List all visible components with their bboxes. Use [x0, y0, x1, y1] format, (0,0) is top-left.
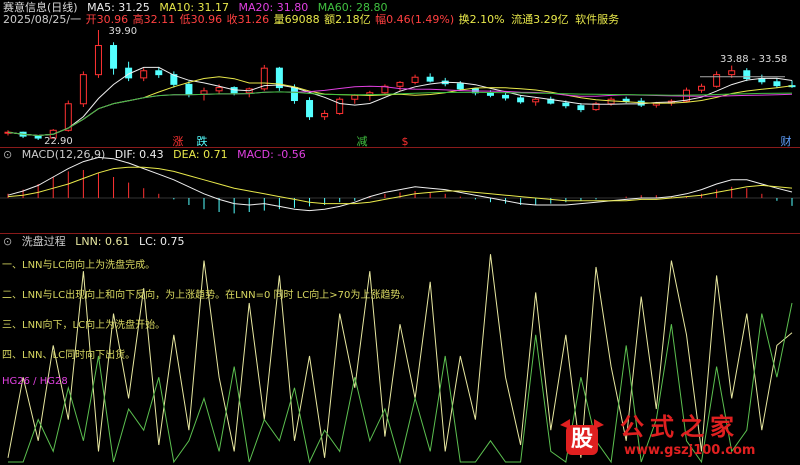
wash-collapse-icon[interactable]: ⊙: [3, 235, 12, 248]
hg-label: HG26 / HG28: [2, 376, 68, 387]
event-mark-mark_up: 涨: [173, 135, 184, 147]
float-label: 流通3.29亿: [511, 13, 569, 26]
high-label: 高32.11: [132, 13, 176, 26]
candle-body: [562, 102, 570, 107]
change-label: 幅0.46(1.49%): [375, 13, 455, 26]
candle-body: [321, 112, 329, 118]
candle-body: [140, 70, 148, 79]
candle-body: [336, 98, 344, 114]
candle-body: [110, 45, 118, 69]
candle-body: [290, 87, 298, 102]
candle-body: [502, 94, 510, 99]
price-header-row2: 2025/08/25/一 开30.96 高32.11 低30.96 收31.26…: [3, 13, 625, 26]
candle-body: [517, 97, 525, 103]
date-label: 2025/08/25/一: [3, 13, 82, 26]
candle-body: [200, 90, 208, 95]
wash-note-1: 一、LNN与LC向向上为洗盘完成。: [2, 260, 156, 271]
watermark-logo: 股 公式之家 www.gszj100.com: [550, 409, 800, 465]
macd-header: ⊙ MACD(12,26,9) DIF: 0.43 DEA: 0.71 MACD…: [3, 148, 312, 161]
macd-value-label: MACD: -0.56: [237, 148, 306, 161]
candle-body: [577, 105, 585, 111]
range-label: 33.88 - 33.58: [720, 54, 787, 65]
turnover-label: 换2.10%: [458, 13, 505, 26]
candle-body: [426, 76, 434, 82]
macd-title: MACD(12,26,9): [21, 148, 106, 161]
macd-panel[interactable]: ⊙ MACD(12,26,9) DIF: 0.43 DEA: 0.71 MACD…: [0, 147, 800, 234]
open-label: 开30.96: [85, 13, 129, 26]
candle-body: [486, 92, 494, 96]
candle-body: [34, 135, 42, 139]
event-mark-mark_down: 跌: [197, 134, 208, 147]
candle-body: [306, 100, 314, 118]
candle-body: [698, 85, 706, 91]
lc-label: LC: 0.75: [139, 235, 185, 248]
candle-body: [185, 83, 193, 95]
event-mark-mark_reduce: 减: [357, 135, 368, 147]
logo-name: 公式之家: [620, 413, 740, 441]
candle-body: [743, 70, 751, 80]
ma60-line: [7, 91, 793, 137]
candle-body: [215, 87, 223, 92]
amount-label: 额2.18亿: [324, 13, 371, 26]
price-panel[interactable]: 39.90 22.90 33.88 - 33.58 涨跌减 $ 财 赛意信息(日线) MA…: [0, 0, 800, 147]
high-price-label: 39.90: [108, 26, 137, 37]
logo-url: www.gszj100.com: [624, 443, 756, 458]
wash-note-4: 四、LNN、LC同时向下出货。: [2, 350, 136, 361]
candle-body: [351, 94, 359, 100]
candle-body: [79, 74, 87, 105]
event-mark-mark_s: $: [402, 135, 409, 147]
candle-body: [456, 83, 464, 90]
candle-body: [728, 70, 736, 76]
dif-label: DIF: 0.43: [114, 148, 164, 161]
candle-body: [773, 81, 781, 87]
wash-header: ⊙ 洗盘过程 LNN: 0.61 LC: 0.75: [3, 235, 191, 248]
sector-label: 软件服务: [575, 13, 620, 26]
event-mark-mark_fin: 财: [781, 134, 792, 147]
macd-collapse-icon[interactable]: ⊙: [3, 148, 12, 161]
low-label: 低30.96: [179, 13, 223, 26]
candle-body: [622, 98, 630, 102]
wash-note-2: 二、LNN与LC出现向上和向下反向，为上涨趋势。在LNN=0 同时 LC向上>7…: [2, 290, 411, 301]
candle-body: [411, 76, 419, 83]
volume-label: 量69088: [273, 13, 320, 26]
candle-body: [396, 81, 404, 87]
dif-line: [7, 156, 793, 212]
wash-note-3: 三、LNN向下，LC向上为洗盘开始。: [2, 320, 166, 331]
lnn-label: LNN: 0.61: [75, 235, 130, 248]
candle-body: [155, 70, 163, 76]
low-price-label: 22.90: [44, 136, 73, 147]
wash-title: 洗盘过程: [21, 235, 66, 248]
dea-label: DEA: 0.71: [173, 148, 228, 161]
close-label: 收31.26: [226, 13, 270, 26]
logo-char: 股: [570, 427, 593, 452]
candle-body: [532, 98, 540, 103]
logo-badge-icon: 股: [556, 415, 608, 459]
candle-body: [94, 45, 102, 76]
wash-panel[interactable]: ⊙ 洗盘过程 LNN: 0.61 LC: 0.75 一、LNN与LC向向上为洗盘…: [0, 233, 800, 465]
